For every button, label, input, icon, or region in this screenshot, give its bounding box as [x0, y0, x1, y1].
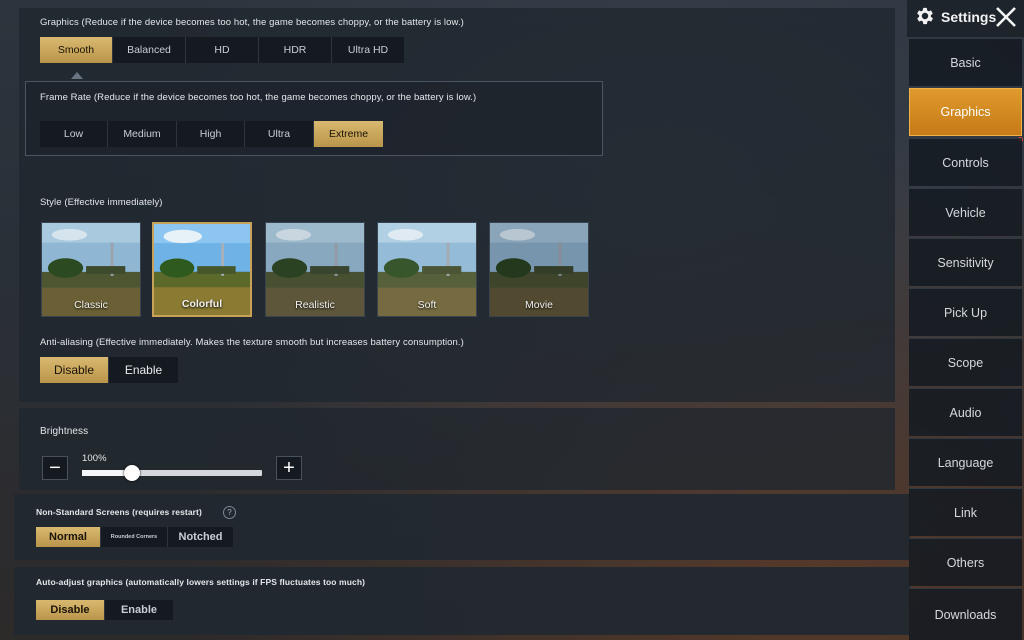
- frame-rate-option-medium[interactable]: Medium: [108, 121, 177, 147]
- style-name-movie: Movie: [524, 299, 553, 311]
- non-standard-screens-selector: Normal Rounded Corners Notched: [36, 527, 233, 547]
- anti-aliasing-option-disable[interactable]: Disable: [40, 357, 109, 383]
- anti-aliasing-label: Anti-aliasing (Effective immediately. Ma…: [40, 337, 464, 348]
- style-name-soft: Soft: [417, 299, 437, 311]
- auto-adjust-label: Auto-adjust graphics (automatically lowe…: [36, 577, 366, 587]
- frame-rate-option-extreme[interactable]: Extreme: [314, 121, 383, 147]
- brightness-value: 100%: [82, 453, 107, 464]
- screen-option-notched[interactable]: Notched: [168, 527, 233, 547]
- anti-aliasing-option-enable[interactable]: Enable: [109, 357, 178, 383]
- frame-rate-option-high[interactable]: High: [177, 121, 245, 147]
- help-icon[interactable]: ?: [223, 506, 236, 519]
- graphics-quality-selector: Smooth Balanced HD HDR Ultra HD: [40, 37, 404, 63]
- sidebar-item-others[interactable]: Others: [909, 538, 1022, 586]
- sidebar-item-basic[interactable]: Basic: [909, 38, 1022, 86]
- graphics-option-smooth[interactable]: Smooth: [40, 37, 113, 63]
- sidebar-item-link[interactable]: Link: [909, 488, 1022, 536]
- close-icon[interactable]: [994, 5, 1018, 29]
- graphics-label: Graphics (Reduce if the device becomes t…: [40, 17, 464, 28]
- sidebar-item-downloads[interactable]: Downloads: [909, 588, 1022, 640]
- brightness-decrease-button[interactable]: −: [42, 456, 68, 480]
- screen-option-normal[interactable]: Normal: [36, 527, 101, 547]
- non-standard-screens-label: Non-Standard Screens (requires restart): [36, 507, 202, 517]
- brightness-increase-button[interactable]: +: [276, 456, 302, 480]
- auto-adjust-selector: Disable Enable: [36, 600, 173, 620]
- graphics-option-hd[interactable]: HD: [186, 37, 259, 63]
- settings-sidebar: Settings Basic Graphics Controls Vehicle…: [907, 0, 1024, 640]
- frame-rate-label: Frame Rate (Reduce if the device becomes…: [40, 92, 477, 103]
- brightness-panel: [19, 408, 895, 490]
- graphics-option-balanced[interactable]: Balanced: [113, 37, 186, 63]
- settings-title: Settings: [941, 9, 997, 25]
- selection-caret-icon: [71, 72, 83, 79]
- style-label: Style (Effective immediately): [40, 197, 163, 208]
- style-name-classic: Classic: [74, 299, 108, 311]
- sidebar-item-pick-up[interactable]: Pick Up: [909, 288, 1022, 336]
- auto-adjust-option-enable[interactable]: Enable: [105, 600, 173, 620]
- graphics-option-ultra-hd[interactable]: Ultra HD: [332, 37, 404, 63]
- sidebar-item-sensitivity[interactable]: Sensitivity: [909, 238, 1022, 286]
- style-option-movie[interactable]: Movie: [489, 222, 589, 317]
- style-name-colorful: Colorful: [181, 298, 223, 310]
- frame-rate-option-low[interactable]: Low: [40, 121, 108, 147]
- anti-aliasing-selector: Disable Enable: [40, 357, 178, 383]
- sidebar-item-language[interactable]: Language: [909, 438, 1022, 486]
- sidebar-item-graphics[interactable]: Graphics: [909, 88, 1022, 136]
- sidebar-item-scope[interactable]: Scope: [909, 338, 1022, 386]
- style-name-realistic: Realistic: [295, 299, 335, 311]
- style-option-classic[interactable]: Classic: [41, 222, 141, 317]
- sidebar-item-controls[interactable]: Controls: [909, 138, 1022, 186]
- style-option-realistic[interactable]: Realistic: [265, 222, 365, 317]
- sidebar-item-audio[interactable]: Audio: [909, 388, 1022, 436]
- sidebar-item-vehicle[interactable]: Vehicle: [909, 188, 1022, 236]
- screen-option-rounded-corners[interactable]: Rounded Corners: [101, 527, 168, 547]
- frame-rate-option-ultra[interactable]: Ultra: [245, 121, 314, 147]
- style-option-soft[interactable]: Soft: [377, 222, 477, 317]
- brightness-label: Brightness: [40, 426, 89, 437]
- graphics-option-hdr[interactable]: HDR: [259, 37, 332, 63]
- gear-icon: [914, 5, 936, 27]
- style-option-colorful[interactable]: Colorful: [152, 222, 252, 317]
- frame-rate-selector: Low Medium High Ultra Extreme: [40, 121, 383, 147]
- auto-adjust-option-disable[interactable]: Disable: [36, 600, 105, 620]
